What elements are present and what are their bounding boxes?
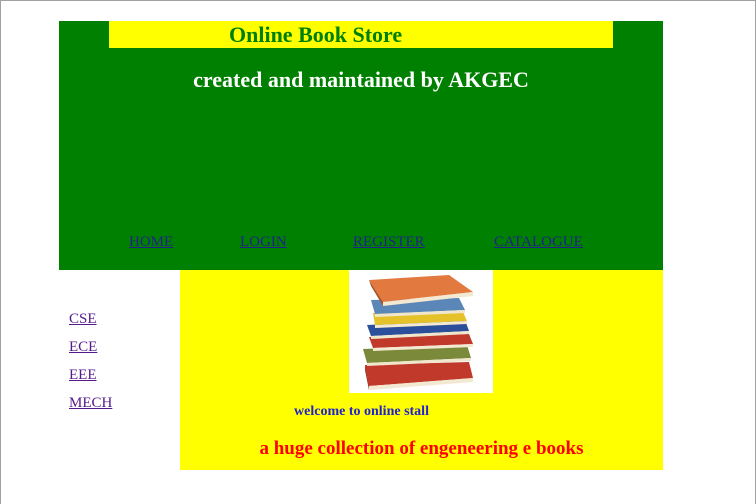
site-title: Online Book Store (229, 22, 403, 47)
title-bar: Online Book Store (109, 21, 613, 48)
header-banner: Online Book Store created and maintained… (59, 21, 663, 270)
nav-catalogue-link[interactable]: CATALOGUE (494, 234, 583, 251)
nav-login-link[interactable]: LOGIN (240, 234, 287, 251)
sidebar-item-eee[interactable]: EEE (69, 367, 97, 384)
sidebar-item-ece[interactable]: ECE (69, 339, 97, 356)
book-stack-icon (363, 275, 473, 390)
sidebar-item-cse[interactable]: CSE (69, 311, 97, 328)
nav-home-link[interactable]: HOME (129, 234, 173, 251)
main-content: welcome to online stall a huge collectio… (180, 270, 663, 470)
collection-tagline: a huge collection of engeneering e books (259, 438, 584, 459)
welcome-text: welcome to online stall (294, 404, 429, 419)
sidebar-item-mech[interactable]: MECH (69, 395, 112, 412)
nav-register-link[interactable]: REGISTER (353, 234, 425, 251)
book-stack-image (349, 270, 493, 393)
site-subtitle: created and maintained by AKGEC (193, 67, 529, 92)
